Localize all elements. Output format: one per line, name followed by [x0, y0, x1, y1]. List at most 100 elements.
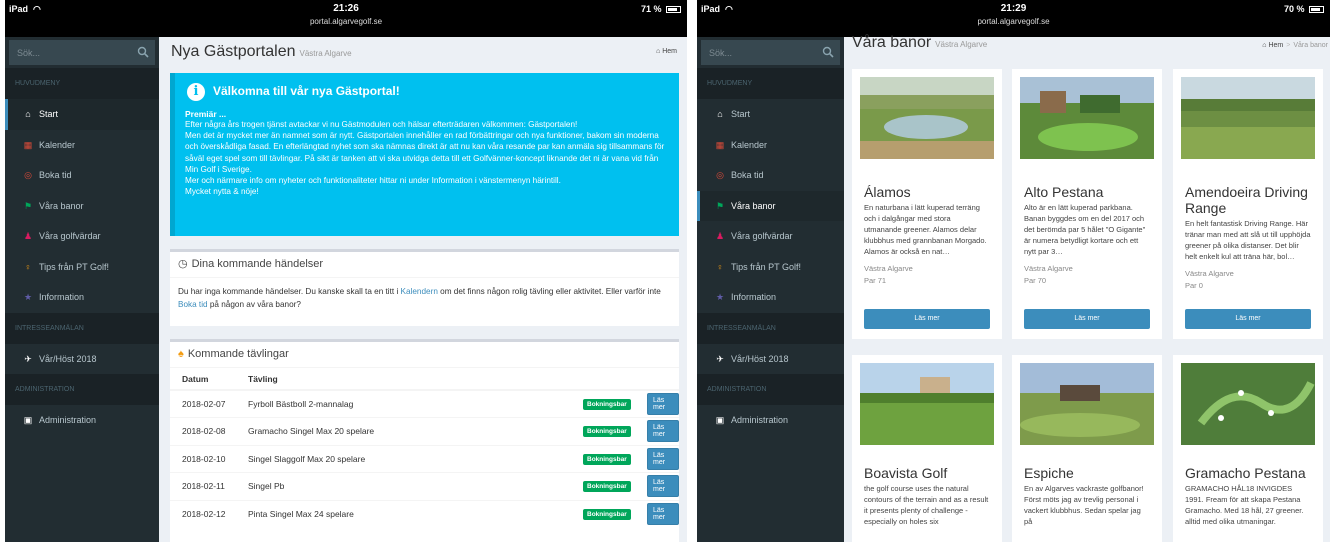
- content-header: Nya Gästportalen Västra Algarve ⌂ Hem: [159, 37, 687, 66]
- events-box: ◷ Dina kommande händelser Du har inga kom…: [170, 249, 679, 326]
- menu-header-main: HUVUDMENY: [697, 68, 844, 99]
- sidebar-item-vara-banor[interactable]: ⚑ Våra banor: [697, 190, 844, 221]
- search-icon[interactable]: [137, 46, 149, 58]
- row-status: Bokningsbar: [571, 444, 635, 473]
- page-title-text: Våra banor: [852, 34, 932, 51]
- sidebar-item-tips[interactable]: ♀ Tips från PT Golf!: [697, 252, 844, 283]
- course-image[interactable]: [1181, 363, 1315, 445]
- table-row: 2018-02-07 Fyrboll Bästboll 2-mannalag B…: [170, 389, 679, 418]
- sidebar-search: [9, 40, 155, 65]
- row-action: Läs mer: [635, 444, 679, 473]
- course-card: Gramacho Pestana GRAMACHO HÅL18 INVIGDES…: [1173, 355, 1323, 542]
- bookable-badge: Bokningsbar: [583, 509, 631, 520]
- sidebar-item-label: Administration: [731, 415, 789, 425]
- sidebar-item-kalender[interactable]: ▦ Kalender: [697, 130, 844, 161]
- course-image[interactable]: [1020, 363, 1154, 445]
- course-grid: Álamos En naturbana i lätt kuperad terrä…: [852, 61, 1330, 542]
- row-date: 2018-02-10: [170, 444, 236, 473]
- calendar-icon: ▦: [715, 139, 725, 150]
- star-icon: ★: [23, 292, 33, 302]
- read-more-button[interactable]: Läs mer: [647, 393, 679, 415]
- row-action: Läs mer: [635, 389, 679, 418]
- course-photo: [860, 363, 994, 445]
- sidebar-item-information[interactable]: ★ Information: [697, 282, 844, 313]
- events-title: Dina kommande händelser: [191, 258, 324, 270]
- row-status: Bokningsbar: [571, 472, 635, 500]
- battery-indicator: 70 %: [1284, 4, 1324, 14]
- breadcrumb: ⌂ Hem: [656, 48, 677, 55]
- sidebar-item-vara-banor[interactable]: ⚑ Våra banor: [5, 191, 159, 222]
- status-bar: iPad ◠ 21:26 portal.algarvegolf.se 71 %: [5, 0, 687, 37]
- callout-title: i Välkomna till vår nya Gästportal!: [185, 81, 669, 105]
- flag-icon: ⚑: [715, 200, 725, 211]
- sidebar-item-label: Tips från PT Golf!: [731, 261, 802, 272]
- screenshot-courses-page: iPad ◠ 21:29 portal.algarvegolf.se 70 % …: [697, 0, 1330, 542]
- callout-paragraph: Mer och närmare info om nyheter och funk…: [185, 176, 561, 186]
- sidebar-item-var-host[interactable]: ✈ Vår/Höst 2018: [5, 344, 159, 375]
- sidebar-item-golfvardar[interactable]: ♟ Våra golfvärdar: [697, 221, 844, 252]
- course-name: Amendoeira Driving Range: [1185, 184, 1308, 216]
- battery-icon: [1309, 6, 1324, 14]
- events-text: om det finns någon rolig tävling eller a…: [437, 287, 661, 296]
- calendar-link[interactable]: Kalendern: [401, 287, 438, 296]
- course-image[interactable]: [1020, 77, 1154, 159]
- course-image[interactable]: [860, 77, 994, 159]
- address-url[interactable]: portal.algarvegolf.se: [697, 17, 1330, 26]
- sidebar-item-boka-tid[interactable]: ◎ Boka tid: [5, 160, 159, 191]
- menu-header-admin: ADMINISTRATION: [697, 374, 844, 405]
- lightbulb-icon: ♀: [24, 261, 32, 272]
- sidebar-item-label: Start: [39, 109, 59, 119]
- breadcrumb-home[interactable]: Hem: [662, 48, 677, 55]
- sidebar-item-label: Information: [731, 292, 777, 302]
- column-header-competition: Tävling: [236, 368, 571, 391]
- course-map: [1181, 363, 1315, 445]
- plane-icon: ✈: [24, 353, 32, 364]
- events-text: Du har inga kommande händelser. Du kansk…: [178, 287, 401, 296]
- search-input[interactable]: [701, 40, 840, 65]
- home-icon: ⌂: [25, 109, 31, 119]
- clock: 21:26: [333, 3, 359, 14]
- bookable-badge: Bokningsbar: [583, 481, 631, 493]
- row-action: Läs mer: [635, 472, 679, 500]
- course-image[interactable]: [1181, 77, 1315, 159]
- events-body: Du har inga kommande händelser. Du kansk…: [170, 278, 679, 318]
- address-url[interactable]: portal.algarvegolf.se: [5, 17, 687, 26]
- column-header-action: [635, 368, 679, 391]
- lock-icon: ▣: [715, 415, 725, 425]
- sidebar-item-administration[interactable]: ▣ Administration: [5, 405, 159, 436]
- sidebar-item-tips[interactable]: ♀ Tips från PT Golf!: [5, 252, 159, 283]
- sidebar-item-start[interactable]: ⌂ Start: [5, 99, 159, 130]
- sidebar-item-label: Våra golfvärdar: [39, 231, 101, 241]
- user-icon: ♟: [23, 231, 33, 241]
- row-competition: Singel Slaggolf Max 20 spelare: [236, 444, 571, 473]
- sidebar-item-administration[interactable]: ▣ Administration: [697, 405, 844, 436]
- sidebar-item-kalender[interactable]: ▦ Kalender: [5, 130, 159, 161]
- sidebar-item-golfvardar[interactable]: ♟ Våra golfvärdar: [5, 221, 159, 252]
- sidebar-item-label: Start: [731, 109, 751, 119]
- sidebar-item-information[interactable]: ★ Information: [5, 282, 159, 313]
- read-more-button[interactable]: Läs mer: [864, 309, 990, 329]
- row-date: 2018-02-08: [170, 417, 236, 445]
- read-more-button[interactable]: Läs mer: [1185, 309, 1311, 329]
- book-time-link[interactable]: Boka tid: [178, 300, 208, 309]
- sidebar-item-var-host[interactable]: ✈ Vår/Höst 2018: [697, 344, 844, 375]
- screenshot-start-page: iPad ◠ 21:26 portal.algarvegolf.se 71 % …: [5, 0, 687, 542]
- search-input[interactable]: [9, 40, 155, 65]
- read-more-button[interactable]: Läs mer: [647, 503, 679, 525]
- sidebar-item-boka-tid[interactable]: ◎ Boka tid: [697, 160, 844, 191]
- search-icon[interactable]: [822, 46, 834, 58]
- row-status: Bokningsbar: [571, 417, 635, 445]
- sidebar-item-start[interactable]: ⌂ Start: [697, 99, 844, 130]
- breadcrumb-home[interactable]: Hem: [1268, 42, 1283, 49]
- read-more-button[interactable]: Läs mer: [647, 420, 679, 443]
- course-region: Västra Algarve: [1024, 264, 1073, 273]
- events-text: på någon av våra banor?: [207, 300, 301, 309]
- read-more-button[interactable]: Läs mer: [1024, 309, 1150, 329]
- course-card: Amendoeira Driving Range En helt fantast…: [1173, 69, 1323, 339]
- read-more-button[interactable]: Läs mer: [647, 475, 679, 498]
- table-row: 2018-02-11 Singel Pb Bokningsbar Läs mer: [170, 472, 679, 500]
- sidebar-item-label: Våra banor: [731, 200, 776, 211]
- sidebar-item-label: Administration: [39, 415, 97, 425]
- course-image[interactable]: [860, 363, 994, 445]
- read-more-button[interactable]: Läs mer: [647, 447, 679, 470]
